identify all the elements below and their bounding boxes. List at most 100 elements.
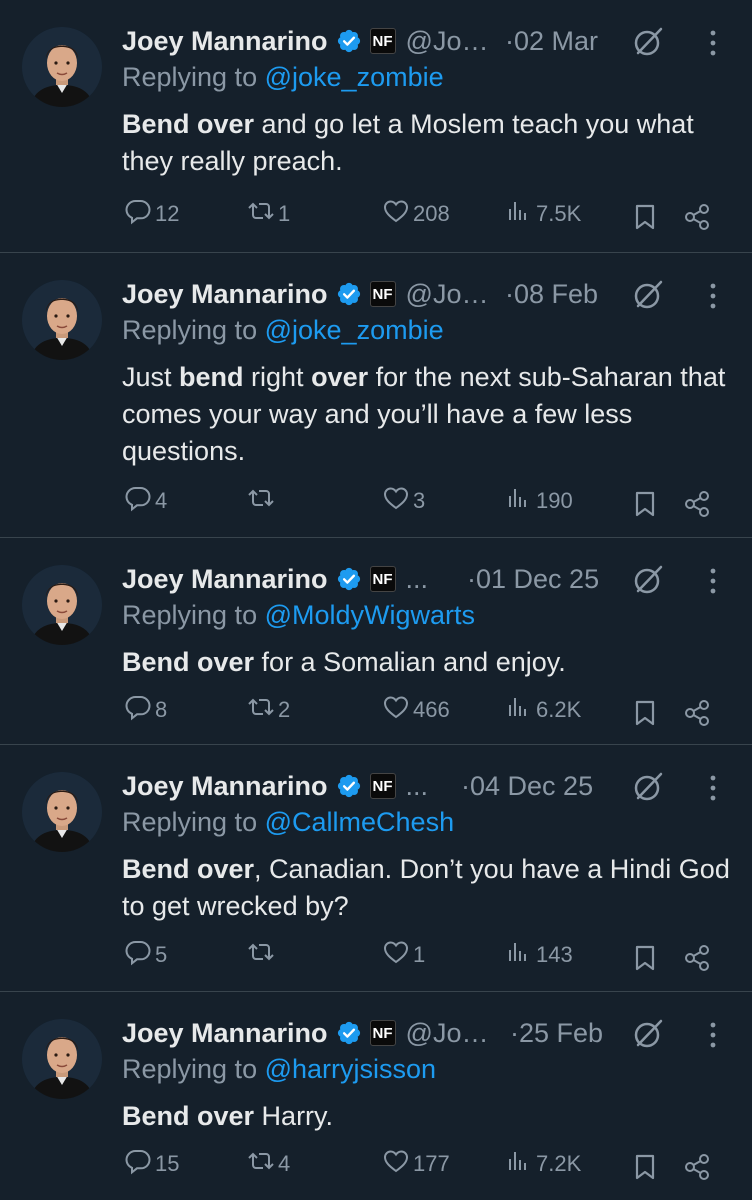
replying-prefix: Replying to	[122, 315, 258, 345]
reply-mention-link[interactable]: @MoldyWigwarts	[265, 600, 475, 630]
nf-affiliate-badge-icon[interactable]: NF	[369, 773, 396, 799]
author-handle[interactable]: @Jo…	[406, 279, 489, 310]
repost-icon	[247, 938, 275, 972]
action-bar: 5 1 143	[0, 938, 752, 978]
grok-icon[interactable]	[632, 26, 664, 58]
share-icon[interactable]	[682, 943, 712, 973]
reply-button[interactable]: 5	[121, 938, 167, 972]
like-count: 1	[413, 942, 426, 967]
verified-check-icon	[336, 566, 362, 592]
tweet-text-bold: Bend over	[122, 1101, 255, 1131]
author-handle[interactable]: @Jo…	[406, 26, 489, 57]
author-name[interactable]: Joey Mannarino	[122, 279, 328, 310]
reply-button[interactable]: 4	[121, 484, 167, 518]
author-name[interactable]: Joey Mannarino	[122, 1018, 328, 1049]
tweet[interactable]: Joey Mannarino NF @Jo… ·25 Feb Replying …	[0, 992, 752, 1200]
reply-mention-link[interactable]: @harryjsisson	[265, 1054, 436, 1084]
more-options-icon[interactable]	[702, 773, 724, 803]
reply-mention-link[interactable]: @CallmeChesh	[265, 807, 454, 837]
like-count: 3	[413, 488, 426, 513]
views-button[interactable]: 6.2K	[502, 693, 581, 727]
share-icon[interactable]	[682, 489, 712, 519]
nf-affiliate-badge-icon[interactable]: NF	[369, 28, 396, 54]
reply-icon	[124, 938, 152, 972]
reply-mention-link[interactable]: @joke_zombie	[265, 62, 444, 92]
share-icon[interactable]	[682, 698, 712, 728]
avatar[interactable]	[22, 280, 102, 360]
action-bar: 4 3 190	[0, 484, 752, 524]
grok-icon[interactable]	[632, 771, 664, 803]
reply-icon	[124, 197, 152, 231]
views-button[interactable]: 143	[502, 938, 573, 972]
repost-button[interactable]: 4	[244, 1147, 290, 1181]
replying-to: Replying to @joke_zombie	[122, 315, 444, 346]
reply-icon	[124, 1147, 152, 1181]
avatar[interactable]	[22, 1019, 102, 1099]
author-handle[interactable]: ...	[406, 771, 429, 802]
tweet-text-bold: Bend over	[122, 854, 255, 884]
tweet[interactable]: Joey Mannarino NF ... ·04 Dec 25 Replyin…	[0, 745, 752, 991]
grok-icon[interactable]	[632, 564, 664, 596]
tweet-date[interactable]: ·08 Feb	[505, 274, 598, 314]
bookmark-icon[interactable]	[632, 203, 658, 231]
like-count: 466	[413, 697, 450, 722]
author-name[interactable]: Joey Mannarino	[122, 564, 328, 595]
author-name[interactable]: Joey Mannarino	[122, 771, 328, 802]
more-options-icon[interactable]	[702, 1020, 724, 1050]
nf-affiliate-badge-icon[interactable]: NF	[369, 566, 396, 592]
like-button[interactable]: 1	[379, 938, 425, 972]
reply-count: 12	[155, 201, 180, 226]
grok-icon[interactable]	[632, 279, 664, 311]
like-button[interactable]: 3	[379, 484, 425, 518]
nf-affiliate-badge-icon[interactable]: NF	[369, 281, 396, 307]
reply-icon	[124, 484, 152, 518]
views-icon	[505, 693, 533, 727]
avatar[interactable]	[22, 772, 102, 852]
reply-button[interactable]: 8	[121, 693, 167, 727]
tweet-date[interactable]: ·01 Dec 25	[467, 559, 599, 599]
repost-button[interactable]: 1	[244, 197, 290, 231]
author-handle[interactable]: ...	[406, 564, 429, 595]
tweet[interactable]: Joey Mannarino NF @Jo… ·08 Feb Replying …	[0, 253, 752, 537]
like-count: 208	[413, 201, 450, 226]
repost-button[interactable]: 2	[244, 693, 290, 727]
grok-icon[interactable]	[632, 1018, 664, 1050]
date-text: 25 Feb	[519, 1018, 604, 1048]
reply-button[interactable]: 15	[121, 1147, 179, 1181]
views-button[interactable]: 190	[502, 484, 573, 518]
views-icon	[505, 484, 533, 518]
tweet-date[interactable]: ·25 Feb	[510, 1013, 603, 1053]
like-button[interactable]: 208	[379, 197, 450, 231]
tweet-date[interactable]: ·04 Dec 25	[461, 766, 593, 806]
avatar[interactable]	[22, 27, 102, 107]
views-button[interactable]: 7.5K	[502, 197, 581, 231]
tweet[interactable]: Joey Mannarino NF @Jo… ·02 Mar Replying …	[0, 0, 752, 252]
bookmark-icon[interactable]	[632, 699, 658, 727]
more-options-icon[interactable]	[702, 566, 724, 596]
share-icon[interactable]	[682, 202, 712, 232]
author-handle[interactable]: @Jo…	[406, 1018, 489, 1049]
reply-mention-link[interactable]: @joke_zombie	[265, 315, 444, 345]
views-button[interactable]: 7.2K	[502, 1147, 581, 1181]
more-options-icon[interactable]	[702, 281, 724, 311]
author-name[interactable]: Joey Mannarino	[122, 26, 328, 57]
repost-icon	[247, 693, 275, 727]
repost-button[interactable]	[244, 938, 278, 972]
tweet[interactable]: Joey Mannarino NF ... ·01 Dec 25 Replyin…	[0, 538, 752, 744]
nf-affiliate-badge-icon[interactable]: NF	[369, 1020, 396, 1046]
more-options-icon[interactable]	[702, 28, 724, 58]
reply-button[interactable]: 12	[121, 197, 179, 231]
bookmark-icon[interactable]	[632, 1153, 658, 1181]
avatar[interactable]	[22, 565, 102, 645]
repost-icon	[247, 1147, 275, 1181]
repost-button[interactable]	[244, 484, 278, 518]
verified-check-icon	[336, 773, 362, 799]
like-button[interactable]: 177	[379, 1147, 450, 1181]
share-icon[interactable]	[682, 1152, 712, 1182]
bookmark-icon[interactable]	[632, 944, 658, 972]
bookmark-icon[interactable]	[632, 490, 658, 518]
like-button[interactable]: 466	[379, 693, 450, 727]
replying-to: Replying to @MoldyWigwarts	[122, 600, 475, 631]
tweet-date[interactable]: ·02 Mar	[505, 21, 598, 61]
separator-dot: ·	[461, 771, 470, 801]
